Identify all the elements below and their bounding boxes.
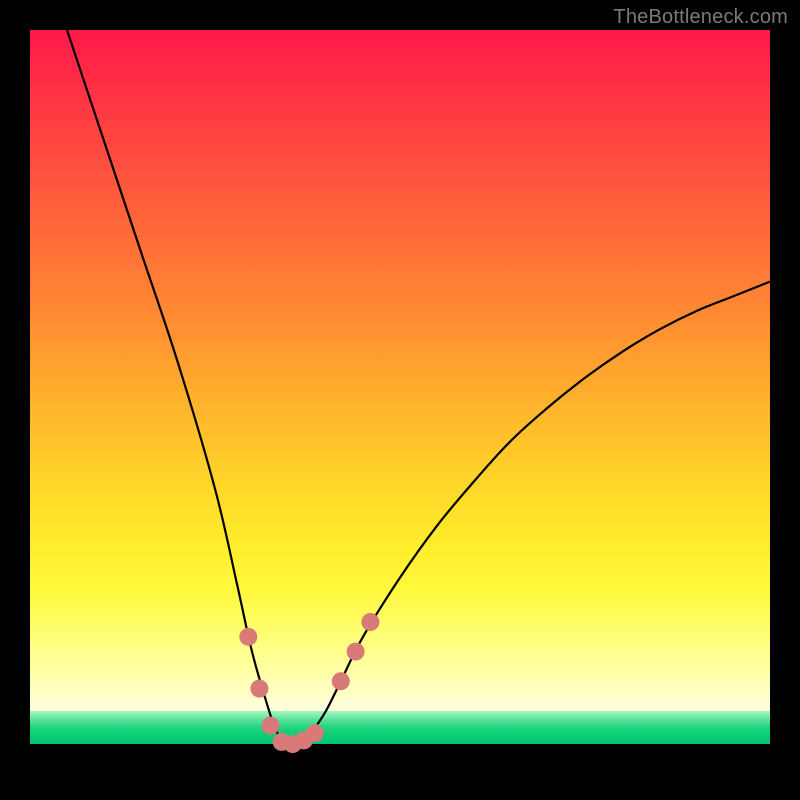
highlight-right-mid	[347, 643, 365, 661]
plot-area	[30, 30, 770, 770]
highlight-markers	[239, 613, 379, 753]
chart-stage: TheBottleneck.com	[0, 0, 800, 800]
highlight-left-mid	[250, 680, 268, 698]
highlight-right-upper	[361, 613, 379, 631]
highlight-right-lower	[332, 672, 350, 690]
highlight-left-lower	[262, 717, 280, 735]
highlight-left-upper	[239, 628, 257, 646]
highlight-valley-4	[306, 724, 324, 742]
curve-layer	[30, 30, 770, 770]
bottleneck-curve	[67, 30, 770, 745]
watermark-text: TheBottleneck.com	[613, 6, 788, 29]
